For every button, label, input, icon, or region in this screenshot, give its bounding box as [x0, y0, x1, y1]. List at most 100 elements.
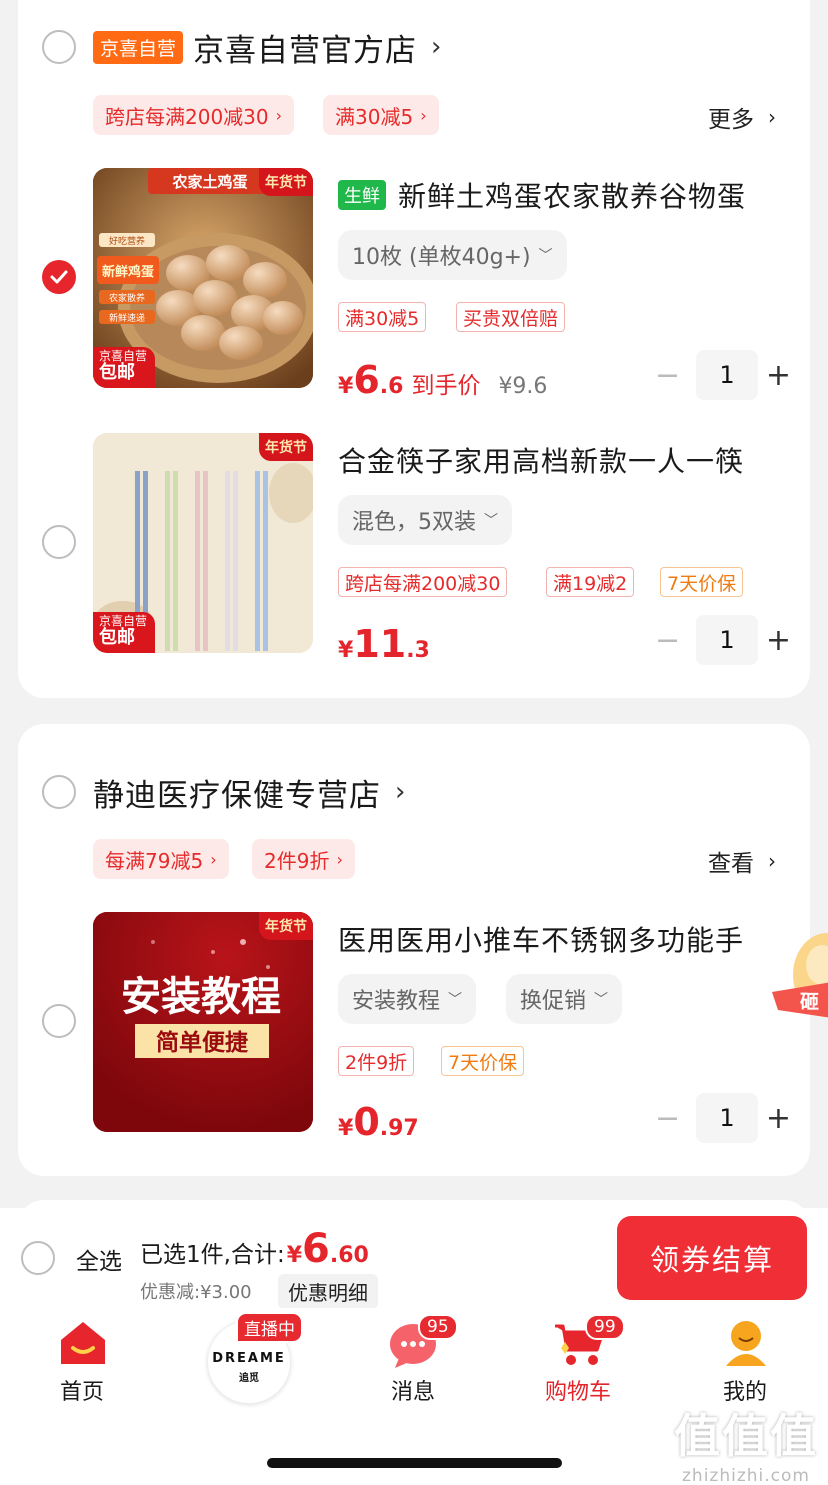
checkout-bar: 全选 已选1件,合计: ¥ 6 .60 优惠减:¥3.00 优惠明细 领券结算 — [0, 1208, 828, 1309]
promo-label: 满30减5 — [335, 104, 414, 129]
chevron-down-icon: ﹀ — [484, 513, 498, 529]
original-price: ¥9.6 — [498, 374, 548, 399]
final-price-label: 到手价 — [411, 373, 481, 399]
increase-button[interactable]: + — [766, 358, 791, 393]
free-shipping-badge: 京喜自营 包邮 — [93, 611, 156, 653]
store-name[interactable]: 静迪医疗保健专营店 — [93, 770, 381, 815]
chevron-down-icon: ﹀ — [538, 248, 553, 264]
more-coupons-link[interactable]: 更多 › — [708, 100, 776, 134]
chevron-down-icon: ﹀ — [448, 992, 463, 1008]
spec-selector[interactable]: 安装教程 ﹀ — [338, 974, 477, 1024]
product-image-cart[interactable]: 安装教程 简单便捷 年货节 — [93, 912, 313, 1132]
store-promo-pill[interactable]: 2件9折 › — [252, 839, 355, 879]
tab-profile[interactable]: 我的 — [680, 1308, 810, 1408]
product-title-text: 合金筷子家用高档新款一人一筷 — [338, 445, 745, 478]
spec-selector[interactable]: 10枚 (单枚40g+) ﹀ — [338, 230, 567, 280]
store-promo-pill[interactable]: 每满79减5 › — [93, 839, 229, 879]
product-title[interactable]: 生鲜 新鲜土鸡蛋农家散养谷物蛋 — [338, 175, 746, 215]
brand-logo-text: DREAME — [212, 1351, 286, 1366]
store-header[interactable]: 静迪医疗保健专营店 › — [18, 767, 810, 817]
quantity-input[interactable]: 1 — [696, 1093, 758, 1143]
chevron-right-icon: › — [336, 849, 343, 869]
product-image-chopsticks[interactable]: 年货节 京喜自营 包邮 — [93, 433, 313, 653]
product-title-text: 医用医用小推车不锈钢多功能手 — [338, 924, 745, 957]
decrease-button[interactable]: − — [655, 1101, 680, 1136]
site-watermark: 值值值 zhizhizhi.com — [674, 1400, 818, 1485]
chevron-right-icon: › — [431, 32, 442, 62]
quantity-input[interactable]: 1 — [696, 615, 758, 665]
change-promo-selector[interactable]: 换促销 ﹀ — [506, 974, 623, 1024]
chevron-right-icon: › — [768, 849, 776, 873]
store-card-jingdi: 静迪医疗保健专营店 › 每满79减5 › 2件9折 › 查看 › 安装教程 简单便捷 … — [18, 724, 810, 1176]
select-all-checkbox[interactable] — [21, 1241, 55, 1275]
promo-label: 跨店每满200减30 — [105, 104, 269, 129]
product-title[interactable]: 医用医用小推车不锈钢多功能手 — [338, 919, 744, 959]
tab-messages[interactable]: 95 消息 — [348, 1308, 478, 1408]
tab-home[interactable]: 首页 — [17, 1308, 147, 1408]
product-select-checkbox[interactable] — [42, 260, 76, 294]
currency-symbol: ¥ — [338, 1116, 354, 1141]
quantity-input[interactable]: 1 — [696, 350, 758, 400]
price-decimal: .97 — [379, 1116, 419, 1141]
tab-cart[interactable]: 99 购物车 — [513, 1308, 643, 1408]
svg-text:简单便捷: 简单便捷 — [156, 1029, 249, 1056]
increase-button[interactable]: + — [766, 623, 791, 658]
product-title[interactable]: 合金筷子家用高档新款一人一筷 — [338, 440, 744, 480]
quantity-stepper: − 1 + — [655, 350, 791, 400]
store-card-jingxi: 京喜自营 京喜自营官方店 › 跨店每满200减30 › 满30减5 › 更多 › — [18, 0, 810, 698]
floating-egg-promo[interactable]: 砸 — [772, 930, 828, 1040]
change-promo-label: 换促销 — [520, 989, 587, 1014]
new-year-festival-badge: 年货节 — [259, 912, 313, 940]
discount-detail-button[interactable]: 优惠明细 — [278, 1274, 378, 1309]
chevron-down-icon: ﹀ — [594, 992, 609, 1008]
decrease-button[interactable]: − — [655, 358, 680, 393]
product-select-checkbox[interactable] — [42, 1004, 76, 1038]
select-all-label[interactable]: 全选 — [76, 1242, 122, 1276]
chevron-right-icon: › — [768, 105, 776, 129]
chevron-right-icon: › — [275, 105, 283, 125]
watermark-logo: 值值值 — [674, 1409, 818, 1463]
ship-badge-bottom: 包邮 — [99, 627, 135, 649]
product-price: ¥ 0 .97 — [338, 1100, 419, 1144]
store-promo-pill[interactable]: 满30减5 › — [323, 95, 439, 135]
store-header[interactable]: 京喜自营 京喜自营官方店 › — [18, 22, 810, 72]
increase-button[interactable]: + — [766, 1101, 791, 1136]
price-decimal: .6 — [379, 374, 404, 399]
svg-text:砸: 砸 — [800, 991, 819, 1013]
ship-badge-bottom: 包邮 — [99, 362, 135, 384]
tab-label: 首页 — [59, 1380, 104, 1405]
currency-symbol: ¥ — [338, 638, 354, 663]
promo-tag: 买贵双倍赔 — [456, 302, 566, 332]
promo-tag: 2件9折 — [338, 1046, 415, 1076]
more-label: 查看 — [708, 851, 754, 877]
chevron-right-icon: › — [395, 777, 406, 807]
golden-egg-icon: 砸 — [772, 933, 828, 1018]
tab-label: 购物车 — [544, 1380, 611, 1405]
check-icon — [50, 270, 68, 284]
home-indicator[interactable] — [267, 1458, 562, 1468]
store-name[interactable]: 京喜自营官方店 — [193, 25, 417, 70]
price-integer: 0 — [353, 1100, 380, 1144]
spec-selector[interactable]: 混色，5双装 ﹀ — [338, 495, 512, 545]
profile-icon — [726, 1321, 766, 1366]
decrease-button[interactable]: − — [655, 623, 680, 658]
promo-tag: 跨店每满200减30 — [338, 567, 508, 597]
product-image-eggs[interactable]: 农家土鸡蛋 好吃营养 新鲜鸡蛋 农家散养 新鲜速递 年货节 京喜自营 包邮 — [93, 168, 313, 388]
promo-label: 2件9折 — [264, 848, 330, 873]
unread-count-badge: 95 — [418, 1314, 458, 1340]
product-price: ¥ 6 .6 到手价 ¥9.6 — [338, 358, 547, 402]
fresh-badge: 生鲜 — [338, 180, 386, 210]
svg-text:农家土鸡蛋: 农家土鸡蛋 — [171, 173, 247, 191]
store-promo-pill[interactable]: 跨店每满200减30 › — [93, 95, 295, 135]
promo-label: 每满79减5 — [105, 848, 204, 873]
checkout-button[interactable]: 领券结算 — [617, 1216, 807, 1300]
price-protect-tag: 7天价保 — [441, 1046, 525, 1076]
product-price: ¥ 11 .3 — [338, 622, 430, 666]
chevron-right-icon: › — [420, 105, 427, 125]
view-coupons-link[interactable]: 查看 › — [708, 844, 776, 878]
svg-text:好吃营养: 好吃营养 — [109, 235, 145, 247]
more-label: 更多 — [708, 107, 754, 133]
new-year-festival-badge: 年货节 — [259, 433, 313, 461]
currency-symbol: ¥ — [286, 1243, 303, 1268]
product-select-checkbox[interactable] — [42, 525, 76, 559]
